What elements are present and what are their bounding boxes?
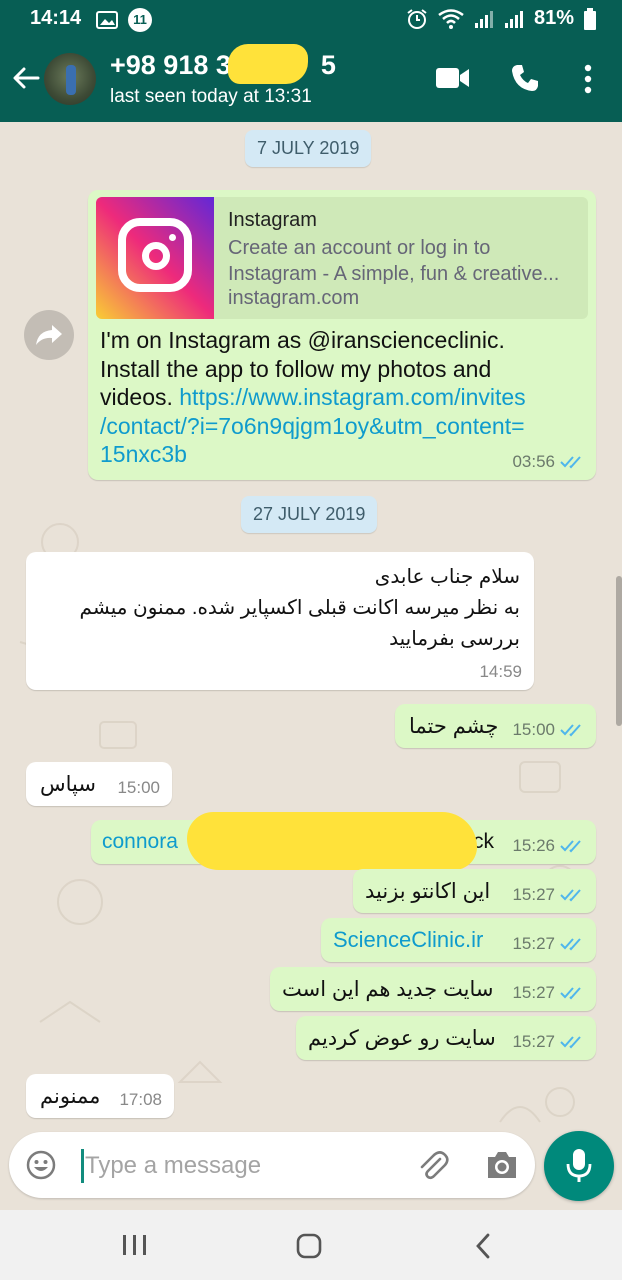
alarm-icon bbox=[407, 8, 427, 29]
home-nav-icon[interactable] bbox=[296, 1233, 322, 1259]
voice-call-icon[interactable] bbox=[510, 63, 540, 93]
mic-icon bbox=[566, 1149, 592, 1182]
message-text: سلام جناب عابدی به نظر میرسه اکانت قبلی … bbox=[79, 566, 520, 650]
message-time: 15:27 bbox=[512, 934, 555, 953]
message-input[interactable]: Type a message bbox=[85, 1152, 261, 1180]
read-receipt-icon bbox=[560, 889, 581, 902]
date-separator: 7 JULY 2019 bbox=[245, 130, 372, 167]
message-time: 15:27 bbox=[512, 983, 555, 1002]
link-preview[interactable]: Instagram Create an account or log in to… bbox=[96, 197, 588, 319]
message-bubble-outgoing[interactable]: سایت رو عوض کردیم 15:27 bbox=[296, 1016, 596, 1060]
read-receipt-icon bbox=[560, 456, 581, 469]
message-time: 15:26 bbox=[512, 836, 555, 855]
message-composer[interactable]: Type a message bbox=[9, 1132, 535, 1198]
emoji-icon[interactable] bbox=[25, 1149, 57, 1181]
forward-icon bbox=[36, 325, 62, 345]
scrollbar[interactable] bbox=[616, 576, 622, 726]
video-call-icon[interactable] bbox=[436, 66, 470, 90]
message-meta: 15:27 bbox=[512, 1032, 584, 1052]
message-text: سایت رو عوض کردیم bbox=[308, 1027, 496, 1050]
more-options-icon[interactable] bbox=[582, 64, 594, 94]
instagram-invite-link-cont[interactable]: /contact/?i=7o6n9qjgm1oy&utm_content= bbox=[100, 412, 580, 441]
status-time: 14:14 bbox=[30, 7, 82, 29]
message-time: 03:56 bbox=[512, 452, 555, 471]
message-time: 15:00 bbox=[117, 778, 160, 797]
signal-icon-2 bbox=[504, 10, 523, 28]
avatar[interactable] bbox=[44, 53, 96, 105]
read-receipt-icon bbox=[560, 938, 581, 951]
battery-icon bbox=[584, 7, 596, 30]
message-time: 15:27 bbox=[512, 1032, 555, 1051]
message-time: 14:59 bbox=[479, 662, 522, 681]
back-nav-icon[interactable] bbox=[474, 1232, 492, 1260]
last-seen-text: last seen today at 13:31 bbox=[110, 86, 312, 107]
notification-count-badge: 11 bbox=[128, 8, 152, 32]
message-text: سایت جدید هم این است bbox=[282, 978, 494, 1001]
battery-percent: 81% bbox=[533, 7, 574, 29]
message-meta: 15:00 bbox=[512, 720, 584, 740]
message-meta: 03:56 bbox=[512, 452, 584, 472]
message-bubble-outgoing[interactable]: سایت جدید هم این است 15:27 bbox=[270, 967, 596, 1011]
read-receipt-icon bbox=[560, 724, 581, 737]
link-preview-title: Instagram bbox=[228, 209, 317, 231]
message-bubble-incoming[interactable]: سپاس 15:00 bbox=[26, 762, 172, 806]
message-time: 15:27 bbox=[512, 885, 555, 904]
message-bubble-incoming[interactable]: سلام جناب عابدی به نظر میرسه اکانت قبلی … bbox=[26, 552, 534, 690]
message-text: چشم حتما bbox=[409, 715, 499, 738]
website-link[interactable]: ScienceClinic.ir bbox=[333, 927, 483, 953]
instagram-invite-link[interactable]: https://www.instagram.com/invites bbox=[179, 384, 525, 410]
message-text[interactable]: connora bbox=[102, 830, 178, 854]
message-text: I'm on Instagram as @iranscienceclinic. … bbox=[100, 326, 580, 469]
message-bubble-outgoing[interactable]: چشم حتما 15:00 bbox=[395, 704, 596, 748]
message-meta: 15:00 bbox=[117, 778, 160, 798]
date-separator: 27 JULY 2019 bbox=[241, 496, 378, 533]
attach-icon[interactable] bbox=[415, 1147, 451, 1183]
message-time: 17:08 bbox=[119, 1090, 162, 1109]
message-bubble-incoming[interactable]: ممنونم 17:08 bbox=[26, 1074, 174, 1118]
instagram-invite-link-end[interactable]: 15nxc3b bbox=[100, 440, 580, 469]
message-meta: 15:26 bbox=[512, 836, 584, 856]
message-meta: 15:27 bbox=[512, 983, 584, 1003]
instagram-logo-icon bbox=[96, 197, 214, 319]
redaction-mark bbox=[228, 44, 308, 84]
chat-area[interactable]: 7 JULY 2019 Instagram Create an account … bbox=[0, 122, 622, 1130]
read-receipt-icon bbox=[560, 987, 581, 1000]
system-navigation-bar bbox=[0, 1210, 622, 1280]
message-bubble-outgoing[interactable]: ScienceClinic.ir 15:27 bbox=[321, 918, 596, 962]
back-arrow-icon[interactable] bbox=[10, 62, 42, 94]
redaction-mark bbox=[187, 812, 477, 870]
chat-header: +98 918 35 last seen today at 13:31 bbox=[0, 36, 622, 122]
read-receipt-icon bbox=[560, 840, 581, 853]
status-bar: 14:14 11 81% bbox=[0, 0, 622, 36]
message-meta: 15:27 bbox=[512, 885, 584, 905]
camera-icon[interactable] bbox=[485, 1149, 519, 1181]
message-text: ممنونم bbox=[40, 1085, 101, 1108]
signal-icon-1 bbox=[474, 10, 493, 28]
forward-button[interactable] bbox=[24, 310, 74, 360]
message-meta: 15:27 bbox=[512, 934, 584, 954]
read-receipt-icon bbox=[560, 1036, 581, 1049]
wifi-icon bbox=[438, 8, 464, 29]
message-bubble-outgoing[interactable]: این اکانتو بزنید 15:27 bbox=[353, 869, 596, 913]
message-bubble-outgoing[interactable]: connora ck 15:26 bbox=[91, 812, 596, 870]
mic-button[interactable] bbox=[544, 1131, 614, 1201]
link-preview-description: Create an account or log in to Instagram… bbox=[228, 237, 560, 285]
message-meta: 14:59 bbox=[479, 662, 522, 682]
message-text: این اکانتو بزنید bbox=[365, 880, 491, 903]
message-text: سپاس bbox=[40, 773, 96, 796]
message-meta: 17:08 bbox=[119, 1090, 162, 1110]
recents-nav-icon[interactable] bbox=[122, 1234, 148, 1256]
message-time: 15:00 bbox=[512, 720, 555, 739]
gallery-notification-icon bbox=[96, 11, 118, 29]
message-bubble-instagram-link[interactable]: Instagram Create an account or log in to… bbox=[88, 190, 596, 480]
link-preview-domain: instagram.com bbox=[228, 287, 360, 309]
